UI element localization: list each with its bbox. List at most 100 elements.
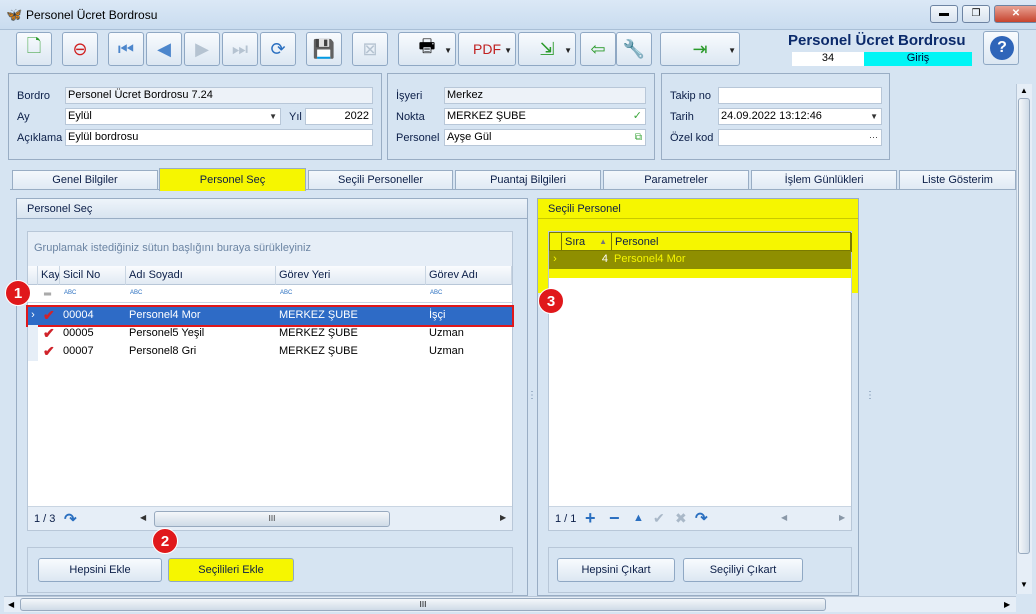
- table-row[interactable]: › ✔ 00004 Personel4 Mor MERKEZ ŞUBE İşçi: [26, 305, 514, 327]
- group-panel[interactable]: Gruplamak istediğiniz sütun başlığını bu…: [28, 232, 512, 266]
- ozel-label: Özel kod: [670, 132, 714, 144]
- splitter-grip-icon[interactable]: ⋮: [865, 390, 875, 401]
- col-gorev-yeri[interactable]: Görev Yeri: [276, 266, 426, 285]
- title-bar: 🦋 Personel Ücret Bordrosu ▬ ❐ ✕: [0, 0, 1036, 30]
- cell-sicil: 00007: [63, 345, 94, 357]
- close-button[interactable]: ✕: [994, 5, 1036, 23]
- cell-ad: Personel8 Gri: [129, 345, 197, 357]
- move-up-icon[interactable]: ▲: [633, 512, 644, 524]
- horizontal-scroll-thumb[interactable]: III: [20, 598, 826, 611]
- butterfly-app-icon: 🦋: [6, 7, 23, 22]
- ay-select[interactable]: Eylül ▼: [65, 108, 281, 125]
- filter-row[interactable]: ═ ABC ABC ABC ABC: [28, 285, 512, 303]
- remove-selected-button[interactable]: Seçiliyi Çıkart: [683, 558, 803, 582]
- ellipsis-button[interactable]: ···: [869, 130, 878, 145]
- tab-personel-sec[interactable]: Personel Seç: [159, 168, 306, 191]
- tab-secili-personeller[interactable]: Seçili Personeller: [308, 170, 453, 190]
- secili-personel-panel: Seçili Personel Sıra ▲ Personel › 4 Perso…: [537, 198, 859, 596]
- isyeri-field[interactable]: Merkez: [444, 87, 646, 104]
- row-indicator-icon: ›: [553, 253, 557, 265]
- cancel-icon[interactable]: ✖: [675, 510, 687, 527]
- minimize-button[interactable]: ▬: [930, 5, 958, 23]
- export-button[interactable]: ⇲ ▼: [518, 32, 576, 66]
- scroll-right-icon[interactable]: ▶: [500, 513, 506, 522]
- col-gorev-adi[interactable]: Görev Adı: [426, 266, 512, 285]
- tab-genel-bilgiler[interactable]: Genel Bilgiler: [12, 170, 158, 190]
- personel-value: Ayşe Gül: [447, 131, 492, 143]
- double-check-icon[interactable]: ✓: [633, 109, 642, 124]
- yil-field[interactable]: 2022: [305, 108, 373, 125]
- add-all-button[interactable]: Hepsini Ekle: [38, 558, 162, 582]
- scroll-right-icon[interactable]: ▶: [839, 513, 845, 522]
- import-icon: ⇦: [590, 38, 606, 59]
- col-sicil-no[interactable]: Sicil No: [60, 266, 126, 285]
- next-record-button[interactable]: ▶: [184, 32, 220, 66]
- save-cancel-button[interactable]: ⊠: [352, 32, 388, 66]
- table-row[interactable]: › 4 Personel4 Mor: [549, 251, 851, 269]
- minus-icon[interactable]: −: [609, 508, 620, 529]
- exit-icon: ⇥: [692, 38, 708, 59]
- scroll-up-icon[interactable]: ▲: [1020, 86, 1028, 95]
- tab-parametreler[interactable]: Parametreler: [603, 170, 749, 190]
- vertical-scroll-thumb[interactable]: [1018, 98, 1030, 554]
- bordro-field[interactable]: Personel Ücret Bordrosu 7.24: [65, 87, 373, 104]
- filter-text-icon: ABC: [280, 290, 293, 296]
- nokta-field[interactable]: MERKEZ ŞUBE ✓: [444, 108, 646, 125]
- tab-puantaj-bilgileri[interactable]: Puantaj Bilgileri: [455, 170, 601, 190]
- row-indicator-icon: ›: [31, 309, 35, 321]
- tab-liste-gosterim[interactable]: Liste Gösterim: [899, 170, 1016, 190]
- tools-button[interactable]: 🔧: [616, 32, 652, 66]
- new-record-button[interactable]: 🗋: [16, 32, 52, 66]
- checkmark-icon[interactable]: ✔: [40, 307, 60, 325]
- confirm-icon[interactable]: ✔: [653, 510, 665, 527]
- tarih-label: Tarih: [670, 111, 694, 123]
- scroll-right-icon[interactable]: ▶: [1004, 600, 1010, 609]
- import-button[interactable]: ⇦: [580, 32, 616, 66]
- new-doc-icon: 🗋: [26, 36, 42, 56]
- col-personel[interactable]: Personel: [612, 233, 852, 252]
- tab-islem-gunlukleri[interactable]: İşlem Günlükleri: [751, 170, 897, 190]
- pdf-export-button[interactable]: PDF ▼: [458, 32, 516, 66]
- table-row[interactable]: ✔ 00005 Personel5 Yeşil MERKEZ ŞUBE Uzma…: [28, 325, 512, 343]
- tarih-field[interactable]: 24.09.2022 13:12:46 ▼: [718, 108, 882, 125]
- exit-button[interactable]: ⇥ ▼: [660, 32, 740, 66]
- remove-all-button[interactable]: Hepsini Çıkart: [557, 558, 675, 582]
- checkmark-icon[interactable]: ✔: [40, 325, 60, 343]
- col-kay[interactable]: Kay: [38, 266, 60, 285]
- add-selected-button[interactable]: Seçilileri Ekle: [168, 558, 294, 582]
- maximize-button[interactable]: ❐: [962, 5, 990, 23]
- scroll-left-icon[interactable]: ◀: [8, 600, 14, 609]
- scroll-left-icon[interactable]: ◀: [140, 513, 146, 522]
- horizontal-scrollbar[interactable]: ◀ III ▶: [4, 596, 1016, 612]
- cell-ad: Personel4 Mor: [129, 309, 201, 321]
- lookup-icon[interactable]: ⧉: [635, 130, 642, 145]
- col-adi-soyadi[interactable]: Adı Soyadı: [126, 266, 276, 285]
- cell-yer: MERKEZ ŞUBE: [279, 345, 358, 357]
- plus-icon[interactable]: +: [585, 508, 596, 529]
- delete-record-button[interactable]: ⊖: [62, 32, 98, 66]
- print-button[interactable]: 🖶 ▼: [398, 32, 456, 66]
- ozel-field[interactable]: ···: [718, 129, 882, 146]
- vertical-scrollbar[interactable]: ▲ ▼: [1016, 84, 1032, 594]
- prev-record-button[interactable]: ◀: [146, 32, 182, 66]
- personel-field[interactable]: Ayşe Gül ⧉: [444, 129, 646, 146]
- col-sira[interactable]: Sıra ▲: [562, 233, 612, 252]
- save-button[interactable]: 💾: [306, 32, 342, 66]
- help-button[interactable]: ?: [983, 31, 1019, 65]
- aciklama-field[interactable]: Eylül bordrosu: [65, 129, 373, 146]
- refresh-icon[interactable]: ↷: [64, 510, 77, 528]
- isyeri-label: İşyeri: [396, 90, 423, 102]
- cell-gorev: İşçi: [429, 309, 446, 321]
- refresh-icon[interactable]: ↷: [695, 509, 708, 527]
- first-record-button[interactable]: ⏮: [108, 32, 144, 66]
- table-row[interactable]: ✔ 00007 Personel8 Gri MERKEZ ŞUBE Uzman: [28, 343, 512, 361]
- refresh-button[interactable]: ⟳: [260, 32, 296, 66]
- splitter-grip-icon[interactable]: ⋮: [527, 390, 537, 401]
- horizontal-scroll-thumb[interactable]: III: [154, 511, 390, 527]
- last-record-button[interactable]: ⏭: [222, 32, 258, 66]
- scroll-left-icon[interactable]: ◀: [781, 513, 787, 522]
- checkmark-icon[interactable]: ✔: [40, 343, 60, 361]
- save-cancel-icon: ⊠: [362, 38, 378, 59]
- scroll-down-icon[interactable]: ▼: [1020, 580, 1028, 589]
- takip-field[interactable]: [718, 87, 882, 104]
